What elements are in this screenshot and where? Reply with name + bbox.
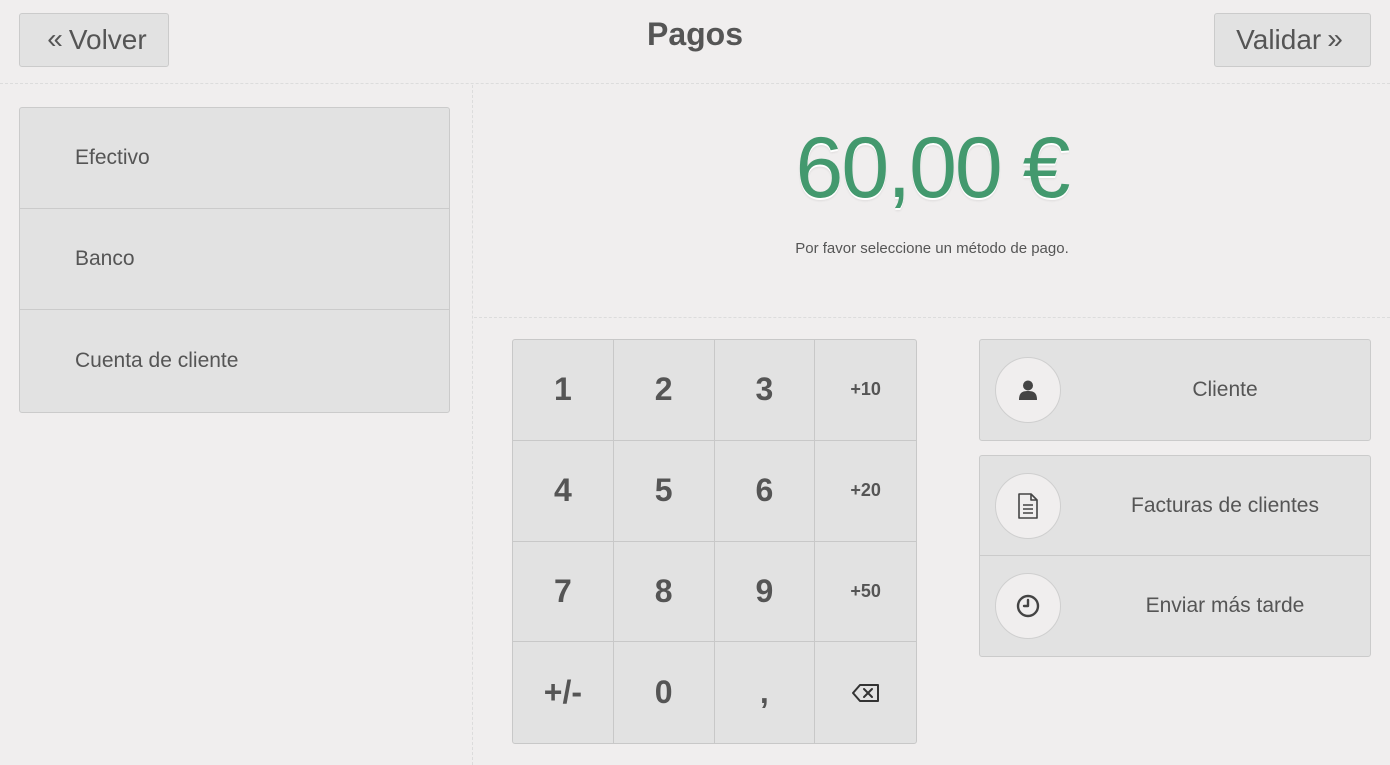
numpad-key-1[interactable]: 1 (513, 340, 614, 441)
numpad-key-5[interactable]: 5 (613, 440, 715, 542)
payment-hint: Por favor seleccione un método de pago. (795, 240, 1069, 257)
clock-icon (1016, 594, 1040, 618)
send-later-icon-circle (995, 573, 1061, 639)
numpad-key-3[interactable]: 3 (714, 340, 816, 441)
numpad-key-0[interactable]: 0 (614, 642, 715, 743)
invoice-options-group: Facturas de clientes Enviar más tarde (979, 455, 1371, 657)
top-bar: « Volver Pagos Validar » (0, 0, 1390, 84)
page-title: Pagos (646, 16, 744, 52)
customer-icon-circle (995, 357, 1061, 423)
total-amount: 60,00 € (795, 120, 1071, 216)
user-icon (1019, 380, 1037, 400)
payment-method-cuenta-de-cliente[interactable]: Cuenta de cliente (20, 310, 449, 412)
double-chevron-right-icon: » (1327, 23, 1343, 54)
numpad-key-8[interactable]: 8 (613, 541, 715, 643)
payment-method-label: Efectivo (75, 146, 150, 169)
payment-method-efectivo[interactable]: Efectivo (20, 108, 449, 209)
numpad-key-4[interactable]: 4 (513, 440, 614, 542)
customer-invoices-button[interactable]: Facturas de clientes (980, 456, 1370, 556)
customer-row: Cliente (980, 340, 1370, 440)
customer-button[interactable]: Cliente (979, 339, 1371, 441)
numpad-key-comma[interactable]: , (715, 642, 816, 743)
numpad-key-backspace[interactable] (815, 642, 916, 743)
numpad-key-plus-50[interactable]: +50 (815, 542, 916, 643)
payment-summary: 60,00 € Por favor seleccione un método d… (474, 85, 1390, 318)
validate-button-label: Validar (1236, 24, 1322, 55)
payment-methods-panel: Efectivo Banco Cuenta de cliente (0, 85, 473, 765)
numpad-key-6[interactable]: 6 (714, 440, 816, 542)
numpad-key-9[interactable]: 9 (714, 541, 816, 643)
customer-button-label: Cliente (1192, 378, 1258, 401)
numpad: 1 2 3 +10 4 5 6 +20 7 8 9 +50 +/- 0 , (512, 339, 917, 744)
send-later-button[interactable]: Enviar más tarde (980, 556, 1370, 656)
payment-methods-list: Efectivo Banco Cuenta de cliente (19, 107, 450, 413)
document-icon (1018, 492, 1038, 519)
backspace-icon (851, 683, 879, 702)
validate-button[interactable]: Validar » (1214, 13, 1371, 67)
payment-method-banco[interactable]: Banco (20, 209, 449, 310)
customer-invoices-label: Facturas de clientes (1131, 493, 1319, 517)
numpad-key-7[interactable]: 7 (513, 541, 614, 643)
numpad-key-sign[interactable]: +/- (513, 642, 614, 743)
numpad-key-plus-20[interactable]: +20 (815, 441, 916, 542)
payment-method-label: Cuenta de cliente (75, 349, 239, 372)
numpad-key-2[interactable]: 2 (613, 340, 715, 441)
invoice-icon-circle (995, 472, 1061, 539)
payment-method-label: Banco (75, 247, 135, 270)
numpad-key-plus-10[interactable]: +10 (815, 340, 916, 441)
send-later-label: Enviar más tarde (1145, 594, 1305, 617)
